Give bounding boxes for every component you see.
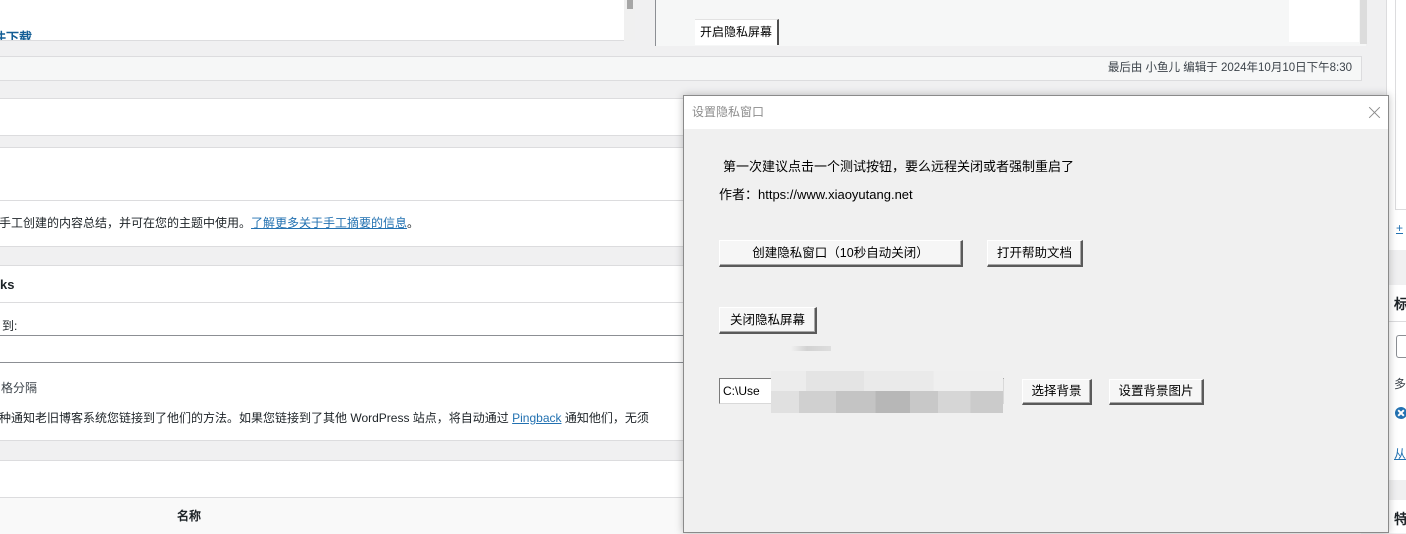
tag-input[interactable] [1396,335,1406,358]
redacted-blur-top [771,371,1003,391]
tags-header: 标 [1387,285,1406,322]
close-privacy-screen-button[interactable]: 关闭隐私屏幕 [719,307,817,334]
set-background-image-button[interactable]: 设置背景图片 [1109,379,1204,405]
dialog-author: 作者：https://www.xiaoyutang.net [719,187,913,202]
scrollbar-thumb[interactable] [627,0,633,9]
file-panel: 件下载 [0,0,624,41]
send-trackbacks-label: 到: [2,319,18,333]
trackback-hint: 格分隔 [1,381,38,395]
download-link[interactable]: 件下载 [0,27,32,40]
featured-image-title: 特 [1394,509,1406,529]
trackback-description-end: 通知他们，无须 [561,411,649,425]
add-category-link[interactable]: + [1396,221,1403,235]
dialog-title: 设置隐私窗口 [692,105,765,119]
editor-scrollbar[interactable] [1360,0,1367,44]
last-edited-bar: 最后由 小鱼儿 编辑于 2024年10月10日下午8:30 [0,56,1362,81]
sidebar-featured-image-box: 特 [1386,500,1406,533]
redacted-path-blur [771,371,1003,413]
sidebar-tags-box: 标 多 从 [1386,285,1406,480]
remove-tag-icon[interactable] [1395,407,1406,419]
pingback-link[interactable]: Pingback [512,411,561,425]
open-privacy-screen-button[interactable]: 开启隐私屏幕 [695,19,779,45]
excerpt-description-text: 手工创建的内容总结，并可在您的主题中使用。 [0,216,252,230]
learn-more-excerpt-link[interactable]: 了解更多关于手工摘要的信息 [251,216,407,230]
open-help-doc-button[interactable]: 打开帮助文档 [987,240,1083,267]
dialog-tip: 第一次建议点击一个测试按钮，要么远程关闭或者强制重启了 [723,159,1075,174]
last-edited-text: 最后由 小鱼儿 编辑于 2024年10月10日下午8:30 [1107,62,1352,74]
privacy-window-dialog: 设置隐私窗口 第一次建议点击一个测试按钮，要么远程关闭或者强制重启了 作者：ht… [683,95,1389,533]
editor-toolbar-area: 开启隐私屏幕 [655,0,1367,46]
redacted-blur-streak [791,346,831,351]
trackback-description: 种通知老旧博客系统您链接到了他们的方法。如果您链接到了其他 WordPress … [0,409,649,426]
dialog-titlebar[interactable]: 设置隐私窗口 [684,96,1388,129]
tags-title: 标 [1394,294,1406,314]
editor-side-panel [1289,0,1359,42]
trackback-description-text: 种通知老旧博客系统您链接到了他们的方法。如果您链接到了其他 WordPress … [0,411,513,425]
close-icon[interactable] [1368,106,1381,119]
choose-tags-link[interactable]: 从 [1394,445,1406,462]
categories-list[interactable] [1395,0,1406,210]
excerpt-period: 。 [407,216,420,230]
sidebar-categories-box: + [1386,0,1406,250]
create-privacy-window-button[interactable]: 创建隐私窗口（10秒自动关闭） [719,240,963,267]
name-column-header: 名称 [176,509,201,523]
tags-hint: 多 [1394,377,1406,391]
file-panel-scrollbar[interactable] [624,0,635,41]
redacted-blur-bottom [771,391,1003,413]
trackbacks-title: ks [0,277,15,292]
choose-background-button[interactable]: 选择背景 [1022,379,1092,405]
excerpt-description: 手工创建的内容总结，并可在您的主题中使用。了解更多关于手工摘要的信息。 [0,214,419,231]
trackback-urls-input[interactable] [0,335,700,363]
